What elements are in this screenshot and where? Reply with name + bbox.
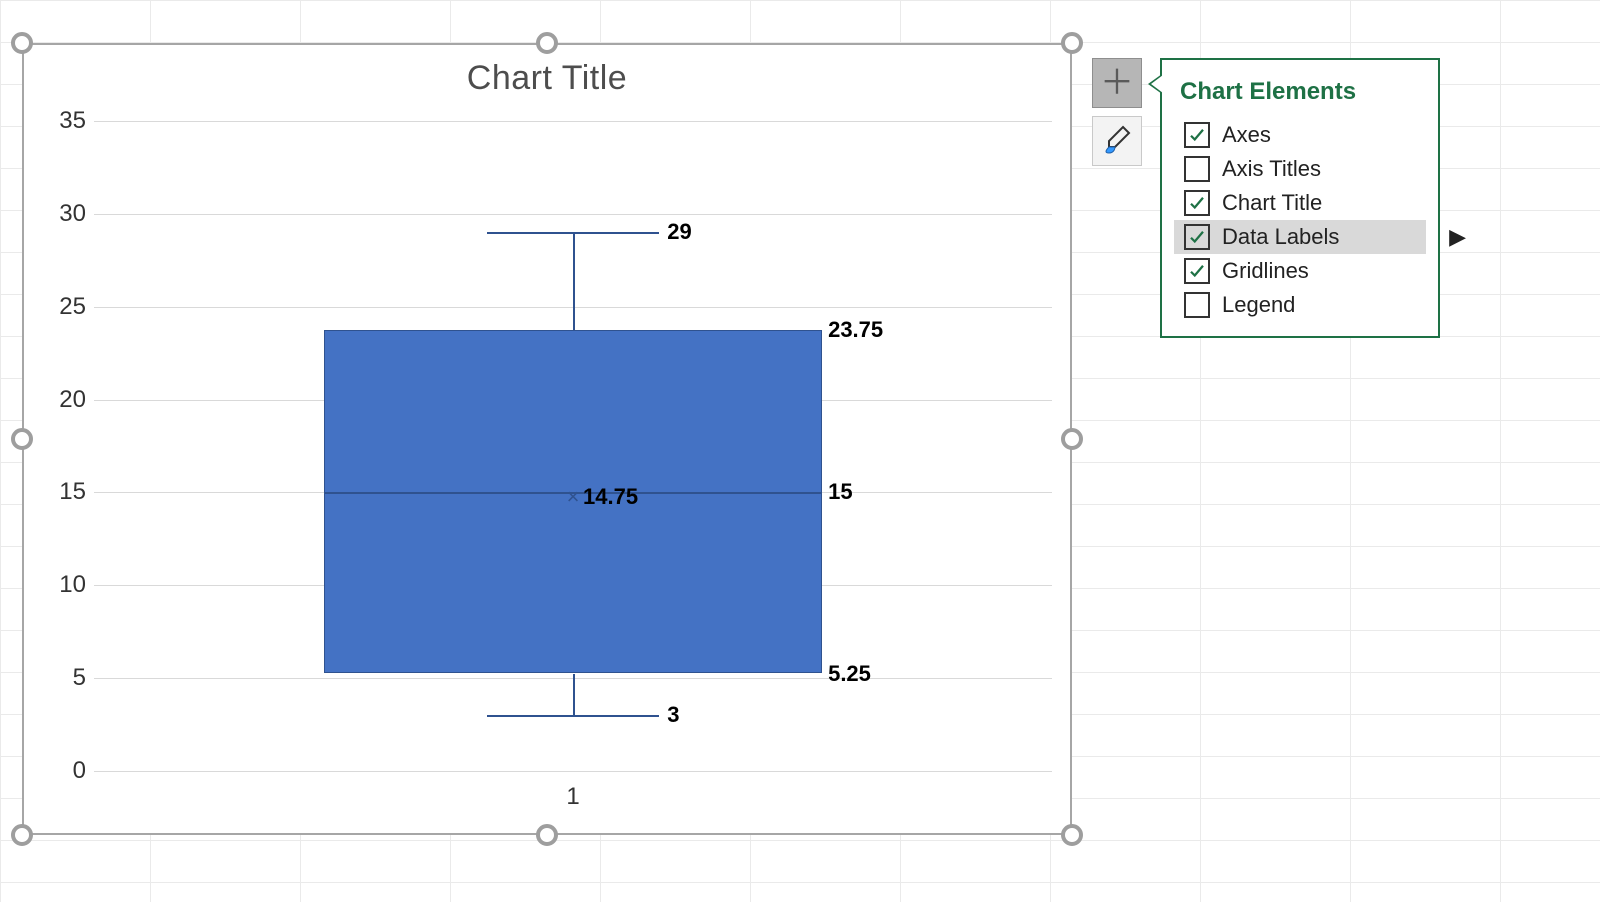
checkbox[interactable] [1184, 122, 1210, 148]
chart-elements-item-label: Legend [1222, 292, 1295, 318]
selection-handle[interactable] [11, 824, 33, 846]
gridline [94, 214, 1052, 215]
checkbox[interactable] [1184, 190, 1210, 216]
data-label-max: 29 [667, 219, 691, 245]
gridline [94, 121, 1052, 122]
brush-icon [1101, 123, 1133, 160]
y-tick-label: 10 [36, 571, 86, 599]
chart-elements-item-label: Gridlines [1222, 258, 1309, 284]
chart-elements-item[interactable]: Axes [1180, 118, 1420, 152]
selection-handle[interactable] [11, 32, 33, 54]
chart-object[interactable]: Chart Title 0 5 10 15 20 25 30 35 × 29 23.75 15 14.7… [22, 43, 1072, 835]
y-tick-label: 15 [36, 478, 86, 506]
y-tick-label: 5 [36, 664, 86, 692]
gridline [94, 771, 1052, 772]
checkbox[interactable] [1184, 292, 1210, 318]
selection-handle[interactable] [11, 428, 33, 450]
chart-elements-item-label: Data Labels [1222, 224, 1339, 250]
popout-list: AxesAxis TitlesChart TitleData Labels▶Gr… [1180, 118, 1420, 322]
checkbox[interactable] [1184, 156, 1210, 182]
y-tick-label: 30 [36, 200, 86, 228]
checkbox[interactable] [1184, 224, 1210, 250]
chart-styles-button[interactable] [1092, 116, 1142, 166]
chart-elements-item[interactable]: Legend [1180, 288, 1420, 322]
plus-icon: ＋ [1100, 66, 1134, 100]
y-tick-label: 20 [36, 386, 86, 414]
mean-marker: × [567, 486, 580, 508]
selection-handle[interactable] [536, 824, 558, 846]
chart-title[interactable]: Chart Title [24, 59, 1070, 98]
chart-elements-item-label: Chart Title [1222, 190, 1322, 216]
chart-elements-item[interactable]: Data Labels▶ [1174, 220, 1426, 254]
data-label-min: 3 [667, 702, 679, 728]
plot-area[interactable]: 05101520253035×2923.751514.755.2531 [94, 121, 1052, 771]
chart-elements-button[interactable]: ＋ [1092, 58, 1142, 108]
chart-elements-item[interactable]: Chart Title [1180, 186, 1420, 220]
chart-elements-popout: Chart Elements Axes Axis Titles Chart Titl… [1160, 58, 1440, 338]
popout-title: Chart Elements [1180, 78, 1420, 106]
data-label-mean: 14.75 [583, 484, 638, 510]
whisker-cap-upper [487, 232, 659, 234]
checkbox[interactable] [1184, 258, 1210, 284]
selection-handle[interactable] [1061, 32, 1083, 54]
whisker-cap-lower [487, 715, 659, 717]
data-label-q3: 23.75 [828, 317, 883, 343]
y-tick-label: 25 [36, 293, 86, 321]
whisker-lower [573, 674, 575, 716]
selection-handle[interactable] [536, 32, 558, 54]
chart-elements-item[interactable]: Axis Titles [1180, 152, 1420, 186]
selection-handle[interactable] [1061, 428, 1083, 450]
data-label-median: 15 [828, 479, 852, 505]
chart-elements-item-label: Axes [1222, 122, 1271, 148]
whisker-upper [573, 232, 575, 330]
data-label-q1: 5.25 [828, 661, 871, 687]
y-tick-label: 35 [36, 107, 86, 135]
x-tick-label: 1 [566, 783, 579, 811]
chart-elements-item[interactable]: Gridlines [1180, 254, 1420, 288]
submenu-arrow-icon[interactable]: ▶ [1449, 224, 1466, 250]
selection-handle[interactable] [1061, 824, 1083, 846]
y-tick-label: 0 [36, 757, 86, 785]
chart-elements-item-label: Axis Titles [1222, 156, 1321, 182]
